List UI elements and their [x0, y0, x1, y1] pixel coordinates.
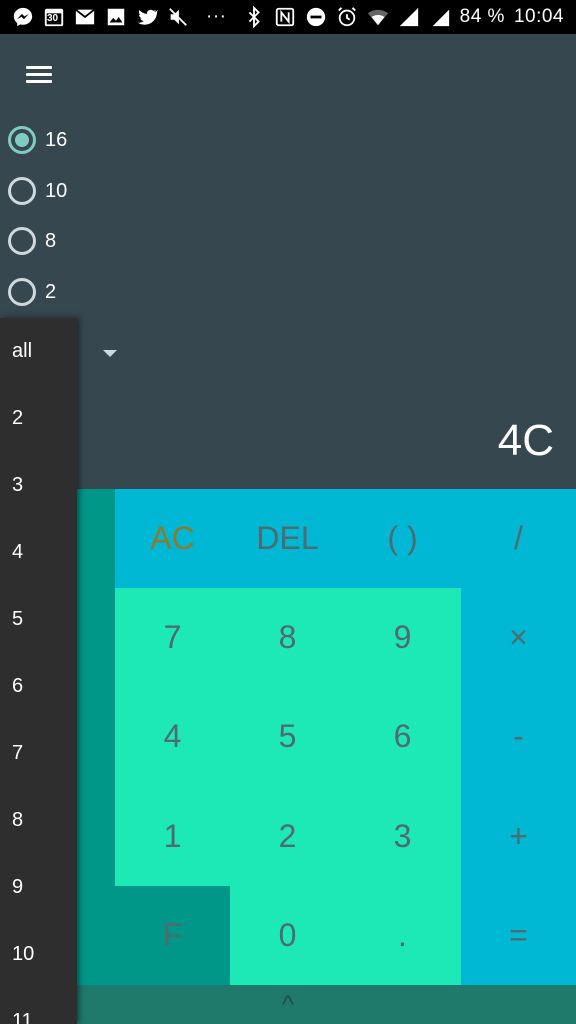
digit-6-button[interactable]: 6	[345, 687, 460, 786]
dropdown-item[interactable]: 5	[0, 586, 77, 653]
radio-unchecked-icon	[8, 227, 36, 255]
battery-percent: 84 %	[459, 6, 505, 27]
plus-button[interactable]: +	[461, 787, 576, 886]
messenger-icon	[12, 6, 34, 28]
dropdown-item[interactable]: 6	[0, 653, 77, 720]
alarm-icon	[336, 6, 358, 28]
status-bar-right: 84 % 10:04	[243, 6, 564, 28]
radio-base-10[interactable]: 10	[8, 173, 67, 209]
wifi-icon	[367, 6, 389, 28]
menu-button[interactable]	[22, 62, 58, 88]
dropdown-item[interactable]: 3	[0, 452, 77, 519]
expand-icon[interactable]: ^	[282, 989, 294, 1020]
digit-7-button[interactable]: 7	[115, 588, 230, 687]
radio-label: 10	[45, 179, 68, 202]
signal-icon	[398, 6, 420, 28]
mute-icon	[167, 6, 189, 28]
hex-f-button[interactable]: F	[115, 886, 230, 985]
digit-2-button[interactable]: 2	[230, 787, 345, 886]
radio-label: 2	[45, 280, 57, 303]
clear-all-button[interactable]: AC	[115, 489, 230, 588]
result-display: 4C	[497, 416, 554, 465]
dropdown-menu: all 2 3 4 5 6 7 8 9 10 11	[0, 318, 77, 1024]
bottom-bar: ^	[0, 985, 576, 1024]
delete-button[interactable]: DEL	[230, 489, 345, 588]
digit-4-button[interactable]: 4	[115, 687, 230, 786]
equals-button[interactable]: =	[461, 886, 576, 985]
calendar-icon: 30	[43, 6, 65, 28]
dropdown-item[interactable]: 7	[0, 720, 77, 787]
dropdown-item[interactable]: 10	[0, 921, 77, 988]
minus-button[interactable]: -	[461, 687, 576, 786]
radio-base-8[interactable]: 8	[8, 223, 56, 259]
digit-9-button[interactable]: 9	[345, 588, 460, 687]
status-bar: 30 ··· 84 % 10:04	[0, 0, 576, 34]
radio-unchecked-icon	[8, 177, 36, 205]
menu-icon-line	[26, 66, 52, 69]
divide-button[interactable]: /	[461, 489, 576, 588]
radio-label: 16	[45, 128, 68, 151]
dropdown-item[interactable]: 8	[0, 787, 77, 854]
digit-3-button[interactable]: 3	[345, 787, 460, 886]
dropdown-item[interactable]: 4	[0, 519, 77, 586]
digit-1-button[interactable]: 1	[115, 787, 230, 886]
radio-checked-icon	[8, 126, 36, 154]
nfc-icon	[274, 6, 296, 28]
radio-base-16[interactable]: 16	[8, 122, 67, 158]
menu-icon-line	[26, 73, 52, 76]
gmail-icon	[74, 6, 96, 28]
gallery-icon	[105, 6, 127, 28]
dropdown-item[interactable]: 9	[0, 854, 77, 921]
digit-0-button[interactable]: 0	[230, 886, 345, 985]
app-header: 16 10 8 2 4C	[0, 34, 576, 489]
dnd-icon	[305, 6, 327, 28]
twitter-icon	[136, 6, 158, 28]
dropdown-arrow-icon[interactable]	[103, 350, 117, 357]
status-bar-left: 30 ···	[12, 6, 226, 28]
dropdown-item[interactable]: 2	[0, 385, 77, 452]
dropdown-item[interactable]: 11	[0, 988, 77, 1024]
digit-8-button[interactable]: 8	[230, 588, 345, 687]
radio-unchecked-icon	[8, 278, 36, 306]
more-icon: ···	[206, 6, 227, 27]
decimal-button[interactable]: .	[345, 886, 460, 985]
keypad: AC DEL ( ) / 7 8 9 × 4 5 6 - 1 2 3 + F 0…	[0, 489, 576, 985]
multiply-button[interactable]: ×	[461, 588, 576, 687]
dropdown-item-all[interactable]: all	[0, 318, 77, 385]
menu-icon-line	[26, 80, 52, 83]
bluetooth-icon	[243, 6, 265, 28]
radio-label: 8	[45, 229, 57, 252]
radio-base-2[interactable]: 2	[8, 274, 56, 310]
parentheses-button[interactable]: ( )	[345, 489, 460, 588]
clock: 10:04	[513, 6, 564, 27]
digit-5-button[interactable]: 5	[230, 687, 345, 786]
battery-icon	[429, 6, 451, 28]
calendar-day: 30	[47, 13, 59, 24]
